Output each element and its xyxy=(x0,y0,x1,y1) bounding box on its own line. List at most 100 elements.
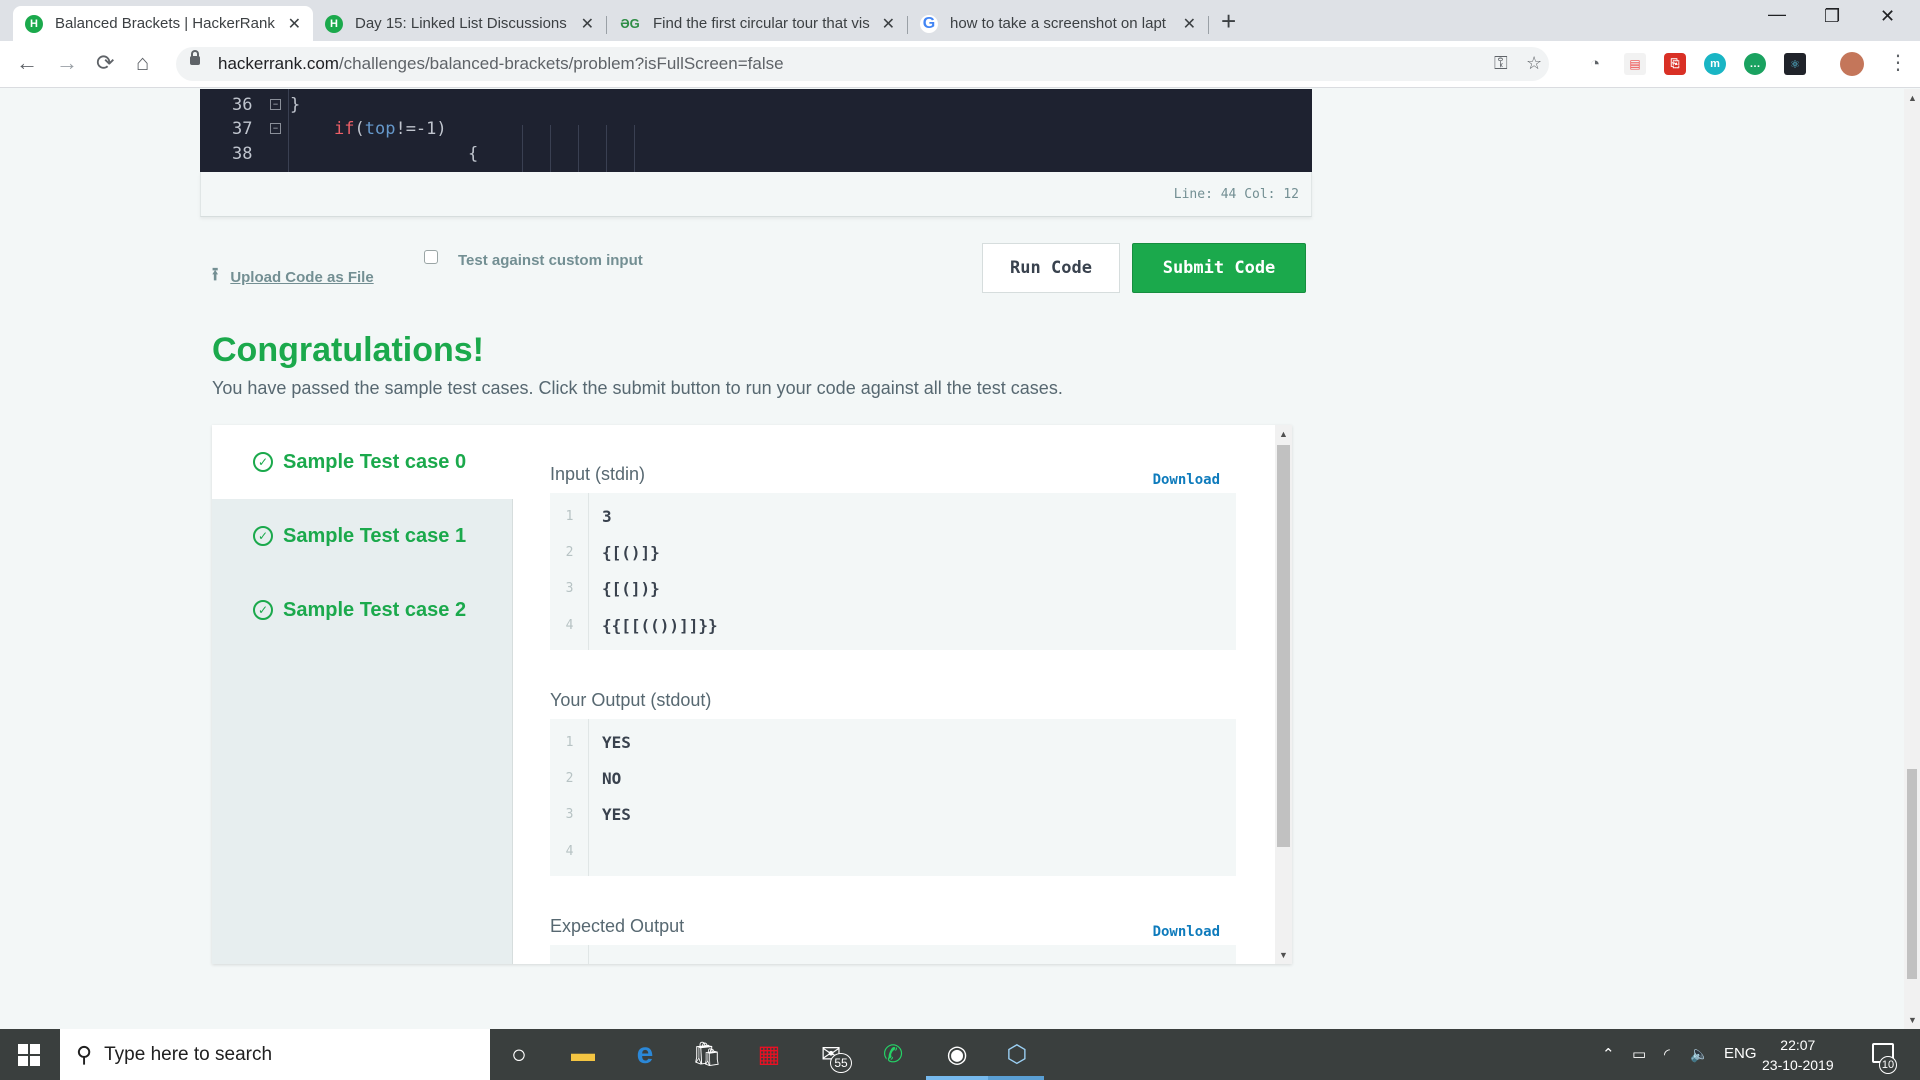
io-pane: Input (stdin) Download 13 2{[()]} 3{[(])… xyxy=(513,425,1275,964)
test-case-tab-0[interactable]: ✓ Sample Test case 0 xyxy=(212,425,514,499)
browser-tab-gfg[interactable]: ƏG Find the first circular tour that vis… xyxy=(607,6,907,41)
output-label: Your Output (stdout) xyxy=(550,690,712,710)
browser-tab-strip: H Balanced Brackets | HackerRank ✕ H Day… xyxy=(0,0,1920,41)
line-number: 36 xyxy=(232,95,253,115)
upload-code-link[interactable]: ⭱ Upload Code as File xyxy=(212,262,374,292)
line-number: 2 xyxy=(565,545,574,560)
submit-code-button[interactable]: Submit Code xyxy=(1132,243,1306,293)
mail-badge: 55 xyxy=(830,1053,852,1073)
clock-time: 22:07 xyxy=(1780,1037,1816,1053)
editor-status-bar: Line: 44 Col: 12 xyxy=(200,172,1312,217)
close-window-icon[interactable]: ✕ xyxy=(1880,6,1895,27)
gift-app-icon[interactable]: ▦ xyxy=(752,1037,786,1071)
scroll-down-arrow-icon[interactable]: ▼ xyxy=(1279,950,1288,960)
line-number: 38 xyxy=(232,144,253,164)
show-hidden-icons[interactable]: ⌃ xyxy=(1602,1045,1615,1063)
language-indicator[interactable]: ENG xyxy=(1724,1045,1757,1062)
new-tab-button[interactable]: + xyxy=(1221,6,1236,37)
code-line: if(top!=-1) xyxy=(334,119,447,139)
chrome-icon[interactable]: ◉ xyxy=(940,1037,974,1071)
run-code-button[interactable]: Run Code xyxy=(982,243,1120,293)
input-line: 3 {[(])} xyxy=(550,579,1236,599)
cortana-icon[interactable]: ○ xyxy=(502,1037,536,1071)
close-tab-icon[interactable]: ✕ xyxy=(882,14,895,34)
forward-arrow-icon[interactable]: → xyxy=(56,50,78,76)
custom-input-checkbox[interactable] xyxy=(424,249,438,264)
store-icon[interactable]: 🛍 xyxy=(690,1037,724,1071)
line-number: 3 xyxy=(565,807,574,822)
browser-tab-balanced-brackets[interactable]: H Balanced Brackets | HackerRank ✕ xyxy=(13,6,313,41)
line-value: NO xyxy=(602,769,622,788)
test-case-label: Sample Test case 2 xyxy=(283,598,467,621)
calendar-extension-icon[interactable]: ▤ xyxy=(1624,53,1646,75)
input-download-link[interactable]: Download xyxy=(1153,472,1220,488)
fold-toggle-icon[interactable]: − xyxy=(270,123,281,134)
browser-menu-icon[interactable]: ⋮ xyxy=(1888,50,1908,75)
scrollbar-thumb[interactable] xyxy=(1277,445,1290,847)
code-line: { xyxy=(468,144,479,164)
test-case-tab-2[interactable]: ✓ Sample Test case 2 xyxy=(212,573,513,647)
line-value: 3 xyxy=(602,507,612,526)
check-circle-icon: ✓ xyxy=(253,452,273,472)
expected-download-link[interactable]: Download xyxy=(1153,924,1220,940)
test-case-tab-1[interactable]: ✓ Sample Test case 1 xyxy=(212,499,513,573)
3d-app-icon[interactable]: ⬡ xyxy=(1000,1037,1034,1071)
clock[interactable]: 22:07 23-10-2019 xyxy=(1762,1035,1834,1075)
wifi-icon[interactable]: ◜ xyxy=(1664,1045,1670,1063)
active-app-indicator xyxy=(926,1076,988,1080)
react-devtools-icon[interactable]: ⚛ xyxy=(1784,53,1806,75)
speed-dial-extension-icon[interactable]: ◔ xyxy=(1584,53,1606,75)
close-tab-icon[interactable]: ✕ xyxy=(581,14,594,34)
pdf-extension-icon[interactable]: ⎘ xyxy=(1664,53,1686,75)
restore-window-icon[interactable]: ❐ xyxy=(1824,6,1840,27)
reload-icon[interactable]: ⟳ xyxy=(96,50,114,76)
profile-avatar[interactable] xyxy=(1840,52,1864,76)
custom-input-toggle[interactable]: Test against custom input xyxy=(424,249,643,269)
key-icon[interactable]: ⚿ xyxy=(1494,53,1508,74)
line-number: 3 xyxy=(565,581,574,596)
fold-toggle-icon[interactable]: − xyxy=(270,99,281,110)
back-arrow-icon[interactable]: ← xyxy=(16,50,38,76)
code-editor[interactable]: 36 − } 37 − if(top!=-1) 38 { xyxy=(200,89,1312,172)
file-explorer-icon[interactable]: ▬ xyxy=(566,1037,600,1071)
volume-icon[interactable]: 🔈 xyxy=(1690,1045,1709,1063)
results-scrollbar[interactable]: ▲ ▼ xyxy=(1275,425,1292,964)
close-tab-icon[interactable]: ✕ xyxy=(1183,14,1196,34)
chat-extension-icon[interactable]: … xyxy=(1744,53,1766,75)
scrollbar-thumb[interactable] xyxy=(1907,769,1917,979)
battery-icon[interactable]: ▭ xyxy=(1632,1045,1646,1063)
line-value: YES xyxy=(602,805,631,824)
page-content: 36 − } 37 − if(top!=-1) 38 { Line: 44 Co… xyxy=(0,89,1904,1029)
indent-guide xyxy=(578,125,579,172)
keyword-if: if xyxy=(334,119,355,139)
line-value: {{[[(())]]}} xyxy=(602,616,718,635)
custom-input-label: Test against custom input xyxy=(458,252,643,269)
browser-tab-google[interactable]: G how to take a screenshot on lapt ✕ xyxy=(908,6,1208,41)
result-title: Congratulations! xyxy=(212,331,484,369)
page-scrollbar[interactable]: ▲ ▼ xyxy=(1904,89,1920,1029)
meet-extension-icon[interactable]: m xyxy=(1704,53,1726,75)
bookmark-star-icon[interactable]: ☆ xyxy=(1526,53,1542,74)
output-line: 2 NO xyxy=(550,769,1236,789)
scroll-down-arrow-icon[interactable]: ▼ xyxy=(1908,1015,1917,1025)
home-icon[interactable]: ⌂ xyxy=(136,50,149,76)
start-button[interactable] xyxy=(0,1029,58,1080)
minimize-window-icon[interactable]: — xyxy=(1768,4,1786,25)
tab-title: Day 15: Linked List Discussions | T xyxy=(355,15,571,32)
taskbar-search[interactable]: ⚲ Type here to search xyxy=(60,1029,490,1080)
scroll-up-arrow-icon[interactable]: ▲ xyxy=(1908,93,1917,103)
windows-taskbar: ⚲ Type here to search ○ ▬ e 🛍 ▦ ✉ 55 ✆ ◉… xyxy=(0,1029,1920,1080)
browser-tab-day15[interactable]: H Day 15: Linked List Discussions | T ✕ xyxy=(313,6,606,41)
output-line: 4 xyxy=(550,842,1236,862)
lock-icon[interactable] xyxy=(190,50,200,65)
input-label: Input (stdin) xyxy=(550,464,646,484)
close-tab-icon[interactable]: ✕ xyxy=(288,14,301,34)
edge-browser-icon[interactable]: e xyxy=(628,1037,662,1071)
address-bar[interactable]: hackerrank.com/challenges/balanced-brack… xyxy=(176,47,1549,81)
output-line: 1 YES xyxy=(550,733,1236,753)
url-text[interactable]: hackerrank.com/challenges/balanced-brack… xyxy=(218,54,784,74)
input-line: 2 {[()]} xyxy=(550,543,1236,563)
scroll-up-arrow-icon[interactable]: ▲ xyxy=(1279,429,1288,439)
whatsapp-icon[interactable]: ✆ xyxy=(876,1037,910,1071)
variable-top: top xyxy=(364,119,396,139)
